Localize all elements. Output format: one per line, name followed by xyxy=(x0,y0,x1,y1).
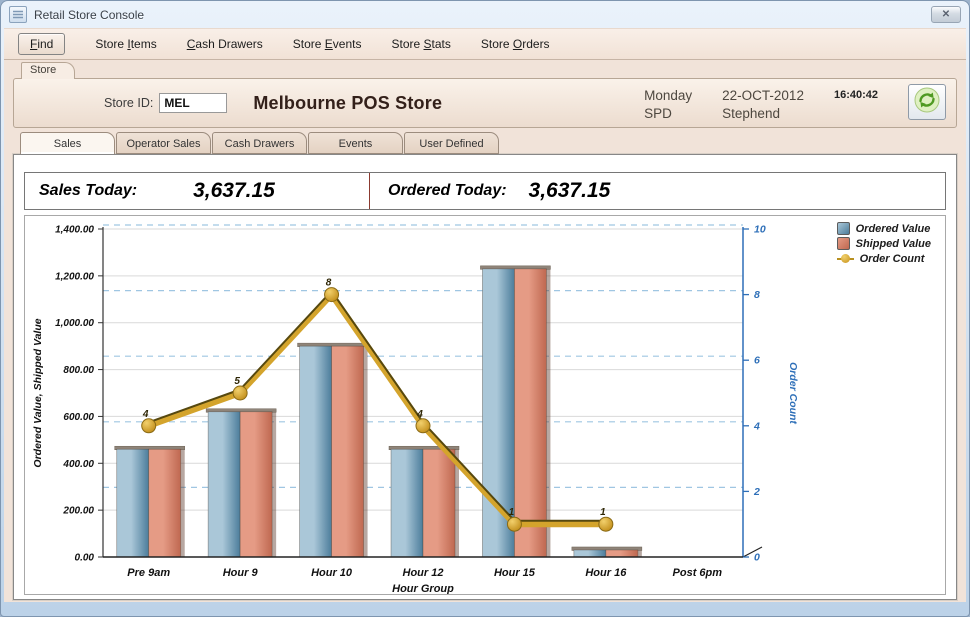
svg-text:Post 6pm: Post 6pm xyxy=(673,567,723,579)
svg-text:10: 10 xyxy=(754,224,766,236)
svg-text:6: 6 xyxy=(754,355,760,367)
svg-text:8: 8 xyxy=(754,289,760,301)
legend-swatch-icon xyxy=(836,252,854,265)
svg-text:600.00: 600.00 xyxy=(63,412,94,423)
svg-text:Hour 15: Hour 15 xyxy=(494,567,536,579)
menu-item-store-stats[interactable]: Store Stats xyxy=(391,37,450,51)
svg-text:Order Count: Order Count xyxy=(787,362,799,424)
close-button[interactable]: ✕ xyxy=(931,6,961,23)
svg-text:Ordered Value, Shipped Value: Ordered Value, Shipped Value xyxy=(32,318,44,467)
menu-item-store-orders[interactable]: Store Orders xyxy=(481,37,550,51)
store-code: SPD xyxy=(644,105,672,121)
sales-today-label: Sales Today: xyxy=(39,182,138,199)
legend-item-ordered-value: Ordered Value xyxy=(836,222,931,235)
svg-text:Hour 9: Hour 9 xyxy=(223,567,259,579)
svg-text:Hour 12: Hour 12 xyxy=(403,567,444,579)
svg-text:Pre 9am: Pre 9am xyxy=(127,567,170,579)
sales-tab-panel: Sales Today: 3,637.15 Ordered Today: 3,6… xyxy=(13,154,957,600)
app-window: Retail Store Console ✕ Find Store Items Ca… xyxy=(0,0,970,617)
svg-text:200.00: 200.00 xyxy=(62,506,94,517)
svg-text:1: 1 xyxy=(600,507,606,518)
svg-text:1,400.00: 1,400.00 xyxy=(55,225,94,236)
svg-text:1: 1 xyxy=(509,507,515,518)
app-icon xyxy=(9,6,27,23)
store-date: 22-OCT-2012 xyxy=(722,87,804,103)
store-id-input[interactable] xyxy=(159,93,228,113)
svg-text:0.00: 0.00 xyxy=(75,553,95,564)
svg-text:400.00: 400.00 xyxy=(62,459,94,470)
store-group-tab: Store xyxy=(21,62,76,79)
titlebar: Retail Store Console ✕ xyxy=(1,1,969,28)
store-id-label: Store ID: xyxy=(104,96,154,110)
svg-text:4: 4 xyxy=(142,409,149,420)
tab-bar: Sales Operator Sales Cash Drawers Events Use… xyxy=(20,132,957,154)
svg-text:5: 5 xyxy=(234,376,240,387)
chart-legend: Ordered Value Shipped Value Order Count xyxy=(836,222,931,265)
chart-container: 0.00 200.00 400.00 600.00 800.00 1,000.00 1,20… xyxy=(24,215,946,595)
refresh-icon xyxy=(914,87,940,116)
menu-item-store-items[interactable]: Store Items xyxy=(95,37,156,51)
svg-text:0: 0 xyxy=(754,552,760,564)
menu-item-find[interactable]: Find xyxy=(18,33,66,55)
svg-text:8: 8 xyxy=(326,278,332,289)
legend-swatch-icon xyxy=(836,237,850,250)
menu-item-store-events[interactable]: Store Events xyxy=(293,37,362,51)
tab-cash-drawers[interactable]: Cash Drawers xyxy=(212,132,307,154)
tab-events[interactable]: Events xyxy=(308,132,403,154)
svg-text:1,200.00: 1,200.00 xyxy=(55,271,94,282)
svg-text:800.00: 800.00 xyxy=(63,365,94,376)
legend-swatch-icon xyxy=(836,222,850,235)
tab-sales[interactable]: Sales xyxy=(20,132,115,154)
window-title: Retail Store Console xyxy=(34,7,145,22)
store-user: Stephend xyxy=(722,105,780,121)
ordered-today-label: Ordered Today: xyxy=(388,182,507,199)
app-body: Store Store ID: Melbourne POS Store Mond… xyxy=(4,60,966,602)
refresh-button[interactable] xyxy=(908,83,946,120)
store-info: Monday SPD 22-OCT-2012 Stephend 16:40:42 xyxy=(644,83,956,123)
sales-chart: 0.00 200.00 400.00 600.00 800.00 1,000.00 1,20… xyxy=(32,224,799,595)
svg-text:Hour Group: Hour Group xyxy=(392,583,454,594)
store-time: 16:40:42 xyxy=(833,88,878,101)
close-icon: ✕ xyxy=(941,9,951,20)
legend-item-shipped-value: Shipped Value xyxy=(836,237,931,250)
menubar: Find Store Items Cash Drawers Store Events S… xyxy=(4,28,966,60)
summary-box: Sales Today: 3,637.15 Ordered Today: 3,6… xyxy=(24,172,946,210)
tab-operator-sales[interactable]: Operator Sales xyxy=(116,132,211,154)
svg-text:1,000.00: 1,000.00 xyxy=(55,318,94,329)
tab-user-defined[interactable]: User Defined xyxy=(404,132,499,154)
svg-text:2: 2 xyxy=(753,486,760,498)
store-header-panel: Store Store ID: Melbourne POS Store Mond… xyxy=(13,62,957,128)
svg-text:4: 4 xyxy=(753,420,760,432)
menu-item-cash-drawers[interactable]: Cash Drawers xyxy=(187,37,263,51)
store-day: Monday xyxy=(644,87,693,103)
svg-text:Hour 16: Hour 16 xyxy=(585,567,627,579)
sales-today-value: 3,637.15 xyxy=(193,179,275,202)
ordered-today-value: 3,637.15 xyxy=(528,179,611,202)
legend-item-order-count: Order Count xyxy=(836,252,931,265)
svg-text:Hour 10: Hour 10 xyxy=(311,567,353,579)
store-name: Melbourne POS Store xyxy=(253,92,443,113)
svg-text:4: 4 xyxy=(416,409,423,420)
